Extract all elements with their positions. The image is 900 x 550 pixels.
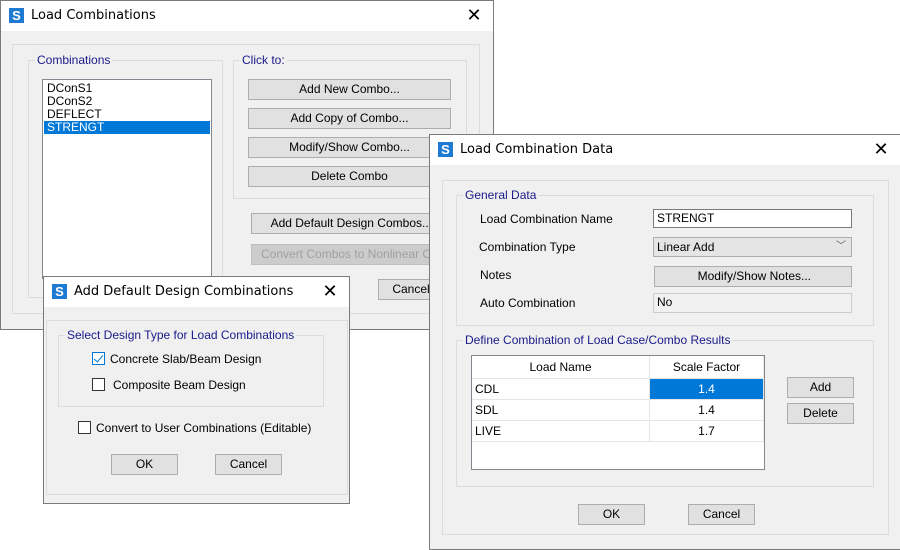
cancel-button[interactable]: Cancel [215,454,282,475]
title-bar: S Load Combinations ✕ [1,1,493,31]
add-default-design-combos-button[interactable]: Add Default Design Combos... [251,213,455,234]
composite-beam-label: Composite Beam Design [113,378,246,392]
column-header-scale-factor[interactable]: Scale Factor [649,356,764,379]
combination-list-item[interactable]: STRENGT [44,121,210,134]
load-combination-data-window: S Load Combination Data ✕ General Data L… [429,134,900,550]
app-logo-icon: S [438,142,453,157]
table-row[interactable]: SDL 1.4 [472,399,764,421]
table-row[interactable]: CDL 1.4 [472,378,764,400]
convert-user-combinations-label: Convert to User Combinations (Editable) [96,421,312,435]
ok-button[interactable]: OK [578,504,645,525]
add-copy-combo-button[interactable]: Add Copy of Combo... [248,108,451,129]
delete-combo-button[interactable]: Delete Combo [248,166,451,187]
auto-combination-value: No [653,293,852,313]
app-logo-icon: S [9,8,24,23]
modify-show-combo-button[interactable]: Modify/Show Combo... [248,137,451,158]
scale-factor-cell[interactable]: 1.7 [649,420,764,442]
title-bar: S Add Default Design Combinations ✕ [44,277,349,307]
combination-type-select[interactable]: Linear Add ﹀ [653,237,852,257]
window-title: Load Combinations [31,8,156,23]
load-cases-grid[interactable]: Load Name Scale Factor CDL 1.4 SDL 1.4 LIVE 1… [471,355,765,470]
design-type-legend: Select Design Type for Load Combinations [65,328,297,342]
convert-user-combinations-checkbox[interactable] [78,421,91,434]
auto-combination-label: Auto Combination [480,296,576,310]
combination-type-label: Combination Type [479,240,576,254]
title-bar: S Load Combination Data ✕ [430,135,900,165]
window-title: Load Combination Data [460,142,614,157]
notes-label: Notes [480,268,512,282]
add-button[interactable]: Add [787,377,854,398]
combinations-legend: Combinations [35,53,113,67]
composite-beam-checkbox[interactable] [92,378,105,391]
design-type-group: Select Design Type for Load Combinations [58,328,324,407]
window-title: Add Default Design Combinations [74,284,294,299]
close-icon[interactable]: ✕ [465,6,483,24]
scale-factor-cell[interactable]: 1.4 [649,378,764,400]
combination-type-value: Linear Add [657,240,715,254]
load-name-cell[interactable]: LIVE [472,420,650,442]
ok-button[interactable]: OK [111,454,178,475]
concrete-slab-beam-label: Concrete Slab/Beam Design [110,352,262,366]
add-new-combo-button[interactable]: Add New Combo... [248,79,451,100]
column-header-load-name[interactable]: Load Name [472,356,650,379]
close-icon[interactable]: ✕ [872,140,890,158]
table-row[interactable]: LIVE 1.7 [472,420,764,442]
concrete-slab-beam-checkbox[interactable] [92,352,105,365]
general-data-legend: General Data [463,188,539,202]
define-combination-legend: Define Combination of Load Case/Combo Re… [463,333,733,347]
delete-button[interactable]: Delete [787,403,854,424]
modify-show-notes-button[interactable]: Modify/Show Notes... [654,266,852,287]
load-name-cell[interactable]: SDL [472,399,650,421]
app-logo-icon: S [52,284,67,299]
cancel-button[interactable]: Cancel [688,504,755,525]
scale-factor-cell[interactable]: 1.4 [649,399,764,421]
combination-name-label: Load Combination Name [480,212,613,226]
add-default-design-combinations-window: S Add Default Design Combinations ✕ Sele… [43,276,350,504]
combinations-listbox[interactable]: DConS1 DConS2 DEFLECT STRENGT [42,79,212,279]
load-name-cell[interactable]: CDL [472,378,650,400]
chevron-down-icon: ﹀ [836,241,846,252]
combination-name-input[interactable]: STRENGT [653,209,852,228]
convert-combos-nonlinear-button[interactable]: Convert Combos to Nonlinear Cases... [251,244,455,265]
close-icon[interactable]: ✕ [321,282,339,300]
click-to-legend: Click to: [240,53,287,67]
